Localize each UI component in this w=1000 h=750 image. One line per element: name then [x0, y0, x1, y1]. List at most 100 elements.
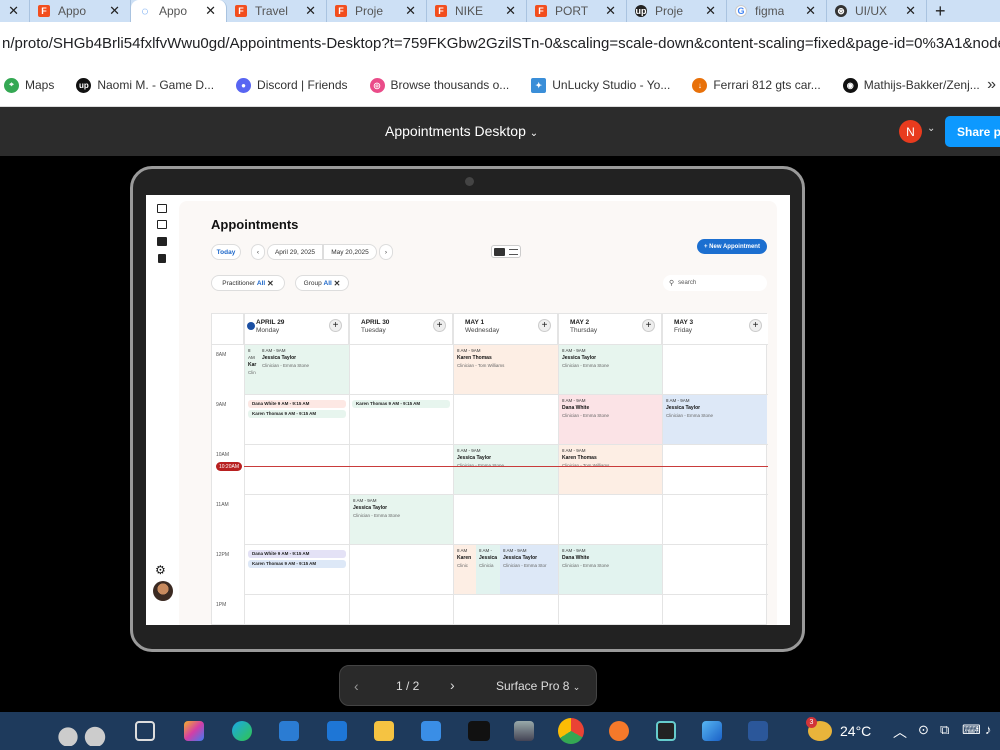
appointment-card[interactable]: 8 AM - 9AMJessica TaylorClinician - Emma… — [559, 345, 662, 394]
dashboard-icon[interactable] — [157, 204, 167, 213]
next-date-button[interactable]: › — [379, 244, 393, 260]
date-to-field[interactable]: May 20,2025 — [323, 244, 377, 260]
browser-tab[interactable]: F Appo ✕ — [30, 0, 131, 22]
bookmark-ferrari[interactable]: ↓ Ferrari 812 gts car... — [692, 77, 821, 93]
appointment-card[interactable]: 8 AM Kar Clin — [245, 345, 259, 394]
browser-tab[interactable]: F Travel ✕ — [227, 0, 327, 22]
chevron-right-icon[interactable]: › — [450, 677, 455, 693]
device-select[interactable]: Surface Pro 8 ⌄ — [496, 679, 580, 693]
prototype-title[interactable]: Appointments Desktop ⌄ — [385, 123, 538, 139]
close-icon[interactable]: ✕ — [597, 3, 616, 19]
appointment-card[interactable]: 8 AM - 9AMJessica TaylorClinician - Emma… — [500, 545, 558, 594]
inkscape-icon[interactable] — [514, 721, 534, 741]
appointment-card[interactable]: 8 AM - Jessica Clinicia — [476, 545, 500, 594]
app-icon[interactable] — [656, 721, 676, 741]
date-from-field[interactable]: April 29, 2025 — [267, 244, 323, 260]
close-icon[interactable]: ✕ — [334, 279, 341, 288]
chevron-down-icon[interactable]: ⌄ — [927, 123, 935, 134]
add-appointment-button[interactable]: + — [538, 319, 551, 332]
add-appointment-button[interactable]: + — [329, 319, 342, 332]
close-icon[interactable]: ✕ — [397, 3, 416, 19]
list-view-icon[interactable] — [509, 249, 518, 255]
close-icon[interactable]: ✕ — [897, 3, 916, 19]
bookmark-unlucky[interactable]: ✦ UnLucky Studio - Yo... — [531, 77, 670, 93]
bookmark-maps[interactable]: ⌖ Maps — [4, 77, 54, 93]
blender-icon[interactable] — [609, 721, 629, 741]
address-bar[interactable]: n/proto/SHGb4Brli54fxlfvWwu0gd/Appointme… — [0, 22, 1000, 64]
store-icon[interactable] — [421, 721, 441, 741]
appointment-chip[interactable]: Dana White 9 AM - 9:15 AM — [248, 400, 346, 408]
network-icon[interactable]: ⌨ — [962, 722, 981, 738]
chrome-icon[interactable] — [558, 718, 584, 744]
today-button[interactable]: Today — [211, 244, 241, 260]
gear-icon[interactable]: ⚙ — [155, 563, 166, 577]
appointment-chip[interactable]: Dana White 9 AM - 9:15 AM — [248, 550, 346, 558]
outlook-icon[interactable] — [327, 721, 347, 741]
calendar-icon[interactable] — [157, 220, 167, 229]
browser-tab-active[interactable]: ◌ Appo ✕ — [131, 0, 227, 22]
appointment-chip[interactable]: Karen Thomas 9 AM - 9:15 AM — [352, 400, 450, 408]
new-tab-button[interactable]: + — [935, 1, 946, 22]
calendar-view-icon[interactable] — [494, 248, 505, 256]
view-toggle[interactable] — [491, 245, 521, 258]
appointment-card[interactable]: 8 AM - 9AMJessica TaylorClinician - Emma… — [259, 345, 349, 394]
chevron-left-icon[interactable]: ‹ — [354, 678, 359, 694]
appointment-card[interactable]: 8 AM - 9AMJessica TaylorClinician - Emma… — [350, 495, 453, 544]
photos-icon[interactable] — [702, 721, 722, 741]
share-button[interactable]: Share pr — [945, 116, 1000, 147]
close-icon[interactable]: ✕ — [101, 3, 120, 19]
close-icon[interactable]: ✕ — [197, 3, 216, 19]
browser-tab[interactable]: ✕ — [0, 0, 30, 22]
appointment-card[interactable]: 8 AM - 9AM Dana White Clinician - Emma Sto… — [559, 545, 662, 594]
bookmark-dribbble[interactable]: ◎ Browse thousands o... — [369, 77, 509, 93]
prev-date-button[interactable]: ‹ — [251, 244, 265, 260]
close-icon[interactable]: ✕ — [0, 3, 19, 19]
vscode-icon[interactable] — [279, 721, 299, 741]
bookmark-upwork[interactable]: up Naomi M. - Game D... — [76, 77, 214, 93]
browser-tab[interactable]: F NIKE ✕ — [427, 0, 527, 22]
browser-tab[interactable]: F Proje ✕ — [327, 0, 427, 22]
bookmark-discord[interactable]: ● Discord | Friends — [236, 77, 348, 93]
close-icon[interactable]: ✕ — [797, 3, 816, 19]
add-appointment-button[interactable]: + — [642, 319, 655, 332]
close-icon[interactable]: ✕ — [497, 3, 516, 19]
appointment-chip[interactable]: Karen Thomas 9 AM - 9:15 AM — [248, 560, 346, 568]
weather-icon[interactable]: 3 — [806, 717, 832, 741]
briefcase-icon[interactable] — [157, 237, 167, 246]
widget-figure-icon[interactable] — [50, 716, 110, 746]
browser-tab[interactable]: ⊛ UI/UX ✕ — [827, 0, 927, 22]
close-icon[interactable]: ✕ — [697, 3, 716, 19]
new-appointment-button[interactable]: + New Appointment — [697, 239, 767, 254]
appointment-card[interactable]: 8 AM - 9AMJessica TaylorClinician - Emma… — [454, 445, 558, 494]
speaker-icon[interactable]: ♪ — [985, 722, 992, 737]
screenshot-icon[interactable]: ⧉ — [940, 722, 949, 738]
avatar[interactable]: N — [899, 120, 922, 143]
task-view-icon[interactable] — [135, 721, 155, 741]
browser-tab[interactable]: up Proje ✕ — [627, 0, 727, 22]
search-input[interactable]: ⚲ search — [663, 275, 767, 291]
bookmarks-more-icon[interactable]: » — [987, 76, 996, 94]
close-icon[interactable]: ✕ — [297, 3, 316, 19]
edge-icon[interactable] — [232, 721, 252, 741]
add-appointment-button[interactable]: + — [433, 319, 446, 332]
bookmark-github[interactable]: ◉ Mathijs-Bakker/Zenj... — [842, 77, 980, 93]
figma-icon[interactable] — [468, 721, 490, 741]
appointment-chip[interactable]: Karen Thomas 9 AM - 9:15 AM — [248, 410, 346, 418]
appointment-card[interactable]: 8 AM - 9AMKaren ThomasClinician - Tom Wi… — [454, 345, 558, 394]
user-avatar[interactable] — [153, 581, 173, 601]
location-icon[interactable]: ⊙ — [918, 722, 929, 738]
appointment-card[interactable]: 8 AM Karen Clinic — [454, 545, 476, 594]
add-appointment-button[interactable]: + — [749, 319, 762, 332]
word-icon[interactable] — [748, 721, 768, 741]
browser-tab[interactable]: Gfigma ✕ — [727, 0, 827, 22]
close-icon[interactable]: ✕ — [267, 279, 274, 288]
copilot-icon[interactable] — [184, 721, 204, 741]
appointment-card[interactable]: 8 AM - 9AM Dana White Clinician - Emma Sto… — [559, 395, 662, 444]
group-filter[interactable]: Group All ✕ — [295, 275, 349, 291]
file-explorer-icon[interactable] — [374, 721, 394, 741]
chevron-up-icon[interactable]: ︿ — [893, 722, 907, 742]
browser-tab[interactable]: F PORT ✕ — [527, 0, 627, 22]
document-icon[interactable] — [158, 254, 166, 263]
appointment-card[interactable]: 8 AM - 9AMJessica TaylorClinician - Emma… — [663, 395, 767, 444]
practitioner-filter[interactable]: Practitioner All ✕ — [211, 275, 285, 291]
